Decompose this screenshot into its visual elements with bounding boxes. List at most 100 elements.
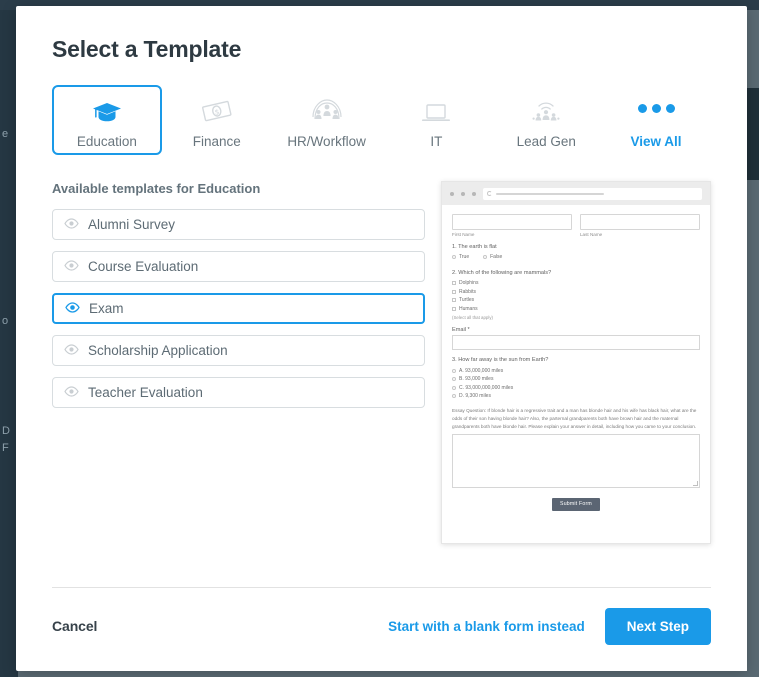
lead-antenna-icon (529, 91, 563, 125)
preview-question-2-text: 2. Which of the following are mammals? (452, 269, 552, 276)
eye-icon[interactable] (64, 258, 79, 276)
preview-radio-option[interactable]: C. 93,000,000,000 miles (452, 385, 700, 391)
last-name-label: Last Name (580, 231, 603, 237)
start-blank-form-link[interactable]: Start with a blank form instead (388, 619, 585, 634)
background-sidebar-item-1[interactable]: e (2, 128, 8, 140)
submit-form-button[interactable]: Submit Form (552, 497, 600, 511)
ellipsis-icon (637, 91, 675, 125)
template-item-label: Course Evaluation (88, 259, 199, 274)
background-sidebar-item-3[interactable]: D (2, 425, 10, 437)
reload-icon (487, 191, 492, 196)
category-tab-view-all[interactable]: View All (601, 85, 711, 155)
option-label: Turtles (459, 297, 475, 304)
option-label: Rabbits (459, 288, 476, 295)
template-item-label: Scholarship Application (88, 343, 228, 358)
checkbox-icon[interactable] (452, 281, 456, 286)
footer-divider (52, 587, 711, 588)
preview-checkbox-option[interactable]: Rabbits (452, 289, 700, 295)
category-tab-label: Finance (192, 134, 241, 149)
preview-first-name-field: First Name (452, 214, 572, 237)
first-name-input[interactable] (452, 214, 572, 230)
background-nav-item-portals[interactable]: Portals (470, 0, 509, 3)
category-tab-label: HR/Workflow (287, 134, 366, 149)
checkbox-icon[interactable] (452, 289, 456, 294)
people-group-icon (310, 91, 344, 125)
footer-actions: Start with a blank form instead Next Ste… (388, 607, 711, 645)
template-item-label: Alumni Survey (88, 217, 176, 232)
category-tab-education[interactable]: Education (52, 85, 162, 155)
checkbox-icon[interactable] (452, 298, 456, 303)
preview-radio-option[interactable]: False (483, 254, 502, 260)
preview-radio-option[interactable]: D. 9,300 miles (452, 393, 700, 399)
option-label: Humans (459, 305, 478, 312)
graduation-cap-icon (92, 91, 122, 125)
modal-footer: Cancel Start with a blank form instead N… (52, 605, 711, 647)
preview-url-placeholder (496, 192, 604, 195)
background-sidebar-item-2[interactable]: o (2, 315, 8, 327)
preview-question-3-text: 3. How far away is the sun from Earth? (452, 357, 549, 364)
category-tab-hr-workflow[interactable]: HR/Workflow (272, 85, 382, 155)
eye-icon[interactable] (65, 300, 80, 318)
category-tab-list: Education $ Finance HR/Workflow IT Lead … (52, 85, 711, 155)
option-label: True (459, 254, 470, 261)
template-item-exam[interactable]: Exam (52, 293, 425, 324)
category-tab-label: Education (76, 134, 137, 149)
template-item-label: Exam (89, 301, 124, 316)
preview-name-row: First Name Last Name (452, 214, 700, 237)
template-preview-column: First Name Last Name 1. The earth is fla… (441, 181, 711, 544)
first-name-label: First Name (452, 231, 475, 237)
cancel-button[interactable]: Cancel (52, 618, 97, 634)
svg-text:$: $ (214, 109, 219, 117)
category-tab-label: IT (430, 134, 443, 149)
preview-question-1-options: True False (452, 254, 700, 263)
radio-icon[interactable] (483, 255, 488, 260)
background-sidebar-item-4[interactable]: F (2, 442, 9, 454)
preview-submit-row: Submit Form (452, 497, 700, 511)
next-step-button[interactable]: Next Step (604, 607, 711, 645)
preview-radio-option[interactable]: True (452, 254, 469, 260)
preview-checkbox-option[interactable]: Turtles (452, 297, 700, 303)
template-item-alumni-survey[interactable]: Alumni Survey (52, 209, 425, 240)
background-right-panel (747, 10, 759, 677)
template-item-teacher-evaluation[interactable]: Teacher Evaluation (52, 377, 425, 408)
email-field[interactable] (452, 335, 700, 351)
option-label: C. 93,000,000,000 miles (459, 384, 514, 391)
preview-browser-chrome (442, 182, 710, 205)
background-nav-item-forms[interactable]: Forms (132, 0, 168, 3)
browser-dot-icon (461, 191, 465, 196)
template-item-course-evaluation[interactable]: Course Evaluation (52, 251, 425, 282)
background-nav-item-learn[interactable]: Learn (300, 0, 332, 3)
essay-answer-textarea[interactable] (452, 433, 700, 488)
preview-form-body: First Name Last Name 1. The earth is fla… (442, 205, 710, 519)
radio-icon[interactable] (452, 377, 456, 382)
radio-icon[interactable] (452, 394, 456, 399)
radio-icon[interactable] (452, 255, 456, 260)
preview-essay-question-text: Essay Question: If blonde hair is a regr… (452, 408, 697, 429)
preview-radio-option[interactable]: B. 93,000 miles (452, 376, 700, 382)
preview-checkbox-option[interactable]: Dolphins (452, 280, 700, 286)
radio-icon[interactable] (452, 385, 456, 390)
checkbox-icon[interactable] (452, 306, 456, 311)
option-label: B. 93,000 miles (459, 376, 494, 383)
preview-radio-option[interactable]: A. 93,000,000 miles (452, 368, 700, 374)
eye-icon[interactable] (64, 216, 79, 234)
preview-email-label: Email * (452, 326, 470, 333)
preview-question-3-options: A. 93,000,000 miles B. 93,000 miles C. 9… (452, 368, 700, 399)
category-tab-it[interactable]: IT (381, 85, 491, 155)
template-list-column: Available templates for Education Alumni… (52, 181, 425, 544)
template-item-scholarship-application[interactable]: Scholarship Application (52, 335, 425, 366)
template-item-label: Teacher Evaluation (88, 385, 203, 400)
option-label: A. 93,000,000 miles (459, 367, 504, 374)
preview-url-bar (483, 187, 702, 200)
option-label: False (490, 254, 503, 261)
radio-icon[interactable] (452, 368, 456, 373)
category-tab-finance[interactable]: $ Finance (162, 85, 272, 155)
eye-icon[interactable] (64, 342, 79, 360)
page-title: Select a Template (52, 36, 242, 62)
category-tab-lead-gen[interactable]: Lead Gen (491, 85, 601, 155)
eye-icon[interactable] (64, 384, 79, 402)
background-bottom-bar (18, 671, 747, 677)
preview-checkbox-option[interactable]: Humans (452, 306, 700, 312)
option-label: D. 9,300 miles (459, 393, 491, 400)
last-name-input[interactable] (580, 214, 700, 230)
